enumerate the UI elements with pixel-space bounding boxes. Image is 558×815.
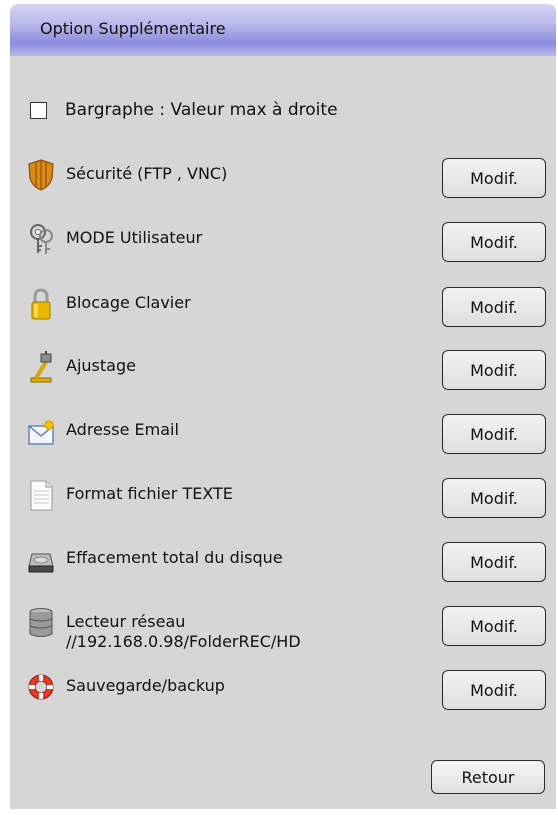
setting-label: Sauvegarde/backup [66,676,225,695]
setting-row-network-drive: Lecteur réseau //192.168.0.98/FolderREC/… [10,606,556,651]
setting-label: MODE Utilisateur [66,228,203,247]
setting-label: Effacement total du disque [66,548,283,567]
window-title: Option Supplémentaire [40,19,226,38]
setting-row-text-format: Format fichier TEXTE Modif. [10,478,556,518]
bargraph-checkbox[interactable] [30,101,47,119]
modify-text-format-button[interactable]: Modif. [442,478,546,518]
padlock-icon [26,287,56,321]
text-file-icon [26,478,56,512]
modify-email-button[interactable]: Modif. [442,414,546,454]
setting-label: Sécurité (FTP , VNC) [66,164,228,183]
setting-row-disk-erase: Effacement total du disque Modif. [10,542,556,582]
caliper-icon [26,350,56,384]
setting-label: Blocage Clavier [66,293,191,312]
setting-label: Adresse Email [66,420,179,439]
modify-security-button[interactable]: Modif. [442,158,546,198]
modify-disk-erase-button[interactable]: Modif. [442,542,546,582]
modify-network-drive-button[interactable]: Modif. [442,606,546,646]
lifebuoy-icon [26,670,56,704]
options-panel: Option Supplémentaire Bargraphe : Valeur… [10,4,556,809]
hard-disk-icon [26,542,56,576]
email-icon [26,414,56,448]
setting-row-security: Sécurité (FTP , VNC) Modif. [10,158,556,198]
bargraph-label: Bargraphe : Valeur max à droite [65,100,338,120]
title-bar: Option Supplémentaire [10,4,556,56]
setting-row-backup: Sauvegarde/backup Modif. [10,670,556,710]
modify-user-mode-button[interactable]: Modif. [442,222,546,262]
back-button[interactable]: Retour [431,760,545,794]
modify-backup-button[interactable]: Modif. [442,670,546,710]
setting-label: Format fichier TEXTE [66,484,233,503]
setting-row-email: Adresse Email Modif. [10,414,556,454]
setting-row-keyboard-lock: Blocage Clavier Modif. [10,287,556,327]
setting-row-user-mode: MODE Utilisateur Modif. [10,222,556,262]
setting-row-adjustment: Ajustage Modif. [10,350,556,390]
setting-label: Lecteur réseau //192.168.0.98/FolderREC/… [66,612,301,651]
bargraph-option[interactable]: Bargraphe : Valeur max à droite [30,98,338,122]
shield-icon [26,158,56,192]
network-drive-icon [26,606,56,640]
keys-icon [26,222,56,256]
modify-keyboard-lock-button[interactable]: Modif. [442,287,546,327]
setting-label: Ajustage [66,356,136,375]
modify-adjustment-button[interactable]: Modif. [442,350,546,390]
